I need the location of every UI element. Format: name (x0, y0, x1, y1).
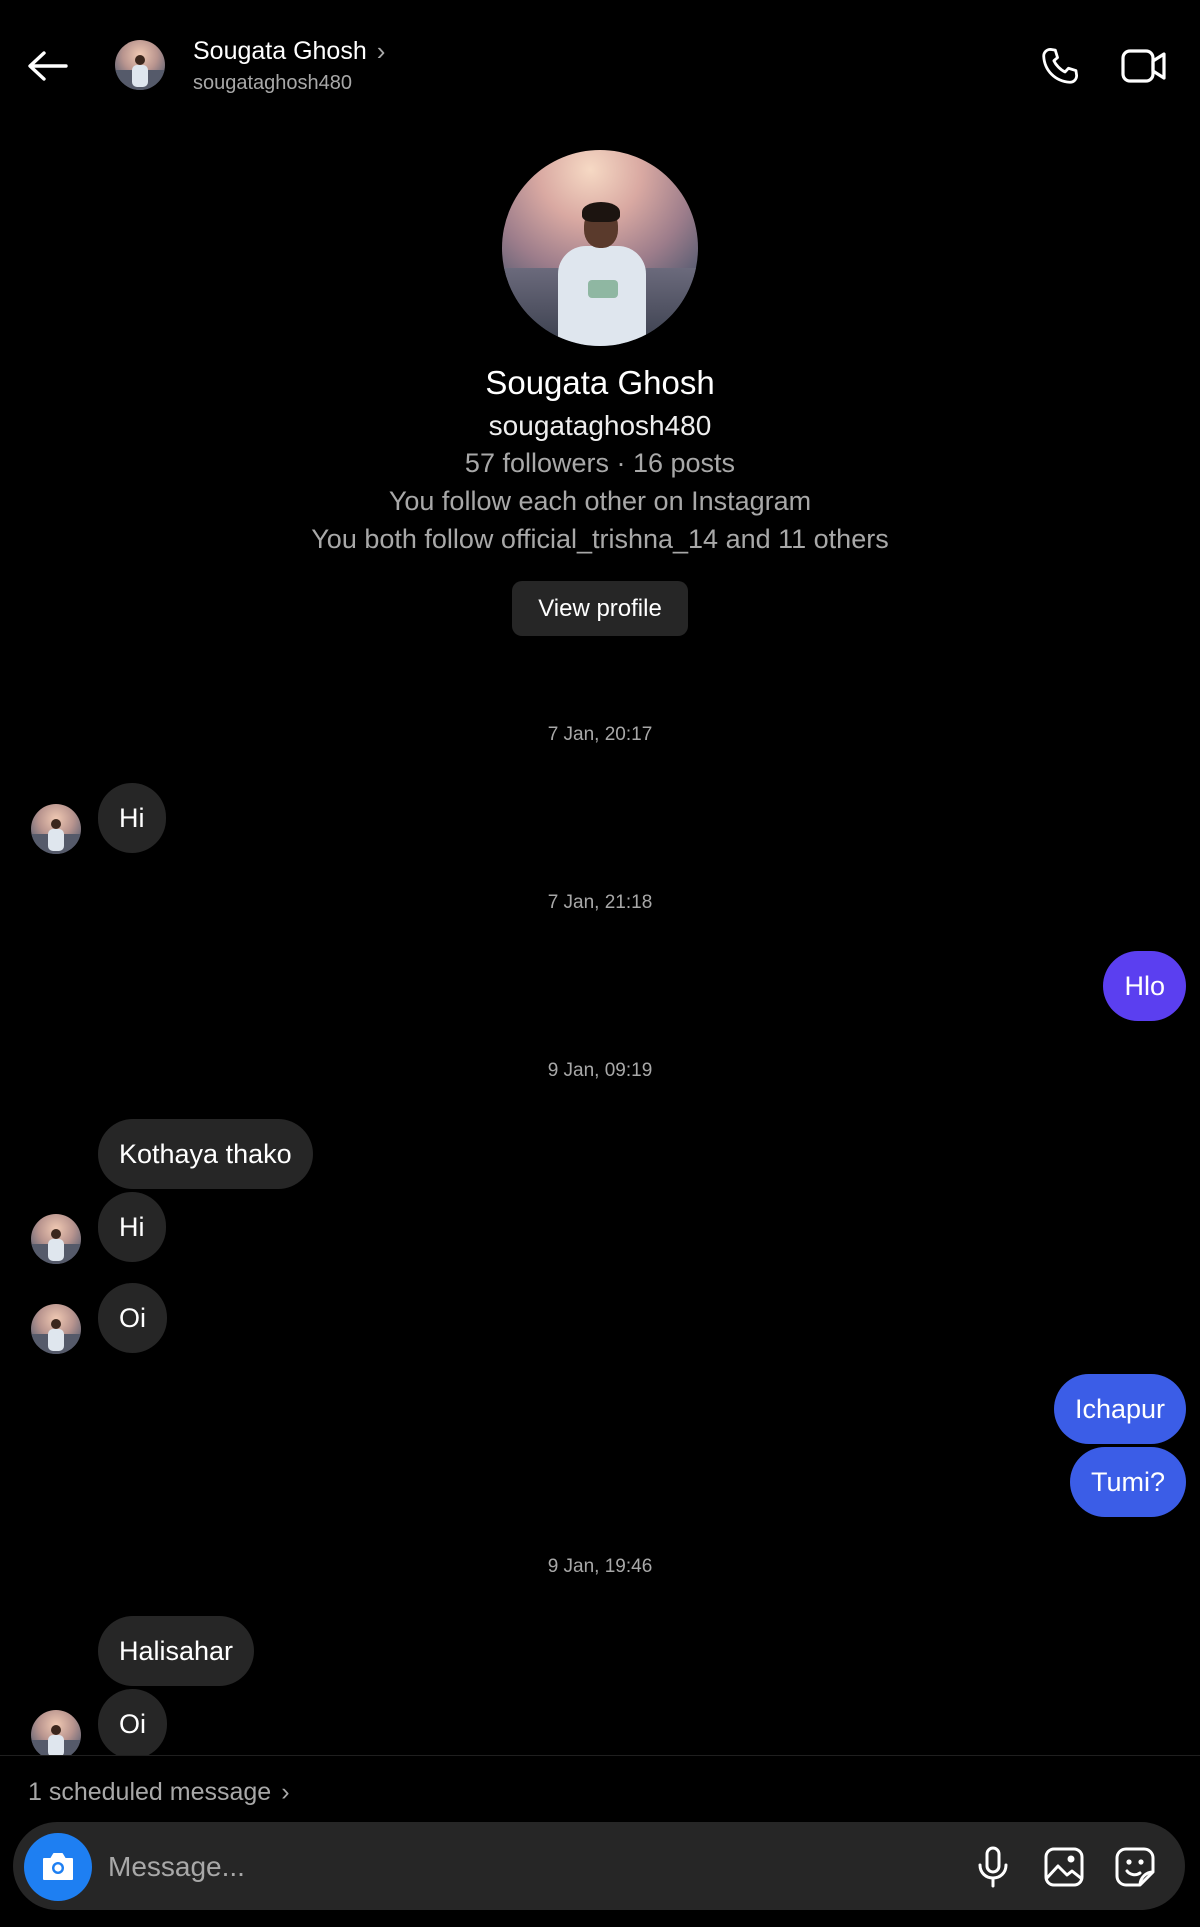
timestamp: 7 Jan, 21:18 (547, 892, 653, 913)
avatar-figure (31, 819, 81, 854)
outgoing-message[interactable]: Tumi? (1069, 1447, 1186, 1517)
microphone-icon (978, 1846, 1008, 1888)
outgoing-message[interactable]: Ichapur (1053, 1374, 1186, 1444)
message-avatar[interactable] (31, 1710, 81, 1760)
camera-button[interactable] (24, 1833, 92, 1901)
avatar-figure (31, 1319, 81, 1354)
incoming-message[interactable]: Hi (98, 1192, 166, 1262)
outgoing-message[interactable]: Hlo (1103, 951, 1186, 1021)
sticker-button[interactable] (1110, 1842, 1160, 1892)
mutual-follow-text: You follow each other on Instagram (388, 486, 812, 516)
voice-message-button[interactable] (968, 1842, 1018, 1892)
message-avatar[interactable] (31, 804, 81, 854)
timestamp: 9 Jan, 19:46 (547, 1556, 653, 1577)
avatar-figure (31, 1725, 81, 1760)
camera-icon (43, 1853, 73, 1880)
photo-shirt-print (588, 280, 618, 298)
incoming-message[interactable]: Halisahar (98, 1616, 255, 1686)
incoming-message[interactable]: Oi (98, 1283, 167, 1353)
gallery-icon (1044, 1847, 1084, 1887)
avatar-figure (31, 1229, 81, 1264)
mutual-friends-text: You both follow official_trishna_14 and … (311, 524, 889, 554)
view-profile-button[interactable]: View profile (512, 581, 688, 636)
chevron-right-icon: › (376, 36, 386, 66)
video-call-button[interactable] (1118, 42, 1170, 90)
voice-call-button[interactable] (1036, 42, 1084, 90)
incoming-message[interactable]: Kothaya thako (98, 1119, 313, 1189)
header-username: sougataghosh480 (193, 72, 353, 94)
scheduled-text: 1 scheduled message (28, 1778, 272, 1806)
photo-person-hair (582, 202, 620, 222)
avatar-figure (115, 55, 165, 90)
header-name-text: Sougata Ghosh (193, 37, 367, 65)
message-input[interactable] (106, 1838, 930, 1896)
timestamp: 7 Jan, 20:17 (547, 724, 653, 745)
phone-icon (1042, 47, 1079, 84)
chevron-right-icon: › (281, 1778, 290, 1806)
sticker-icon (1115, 1847, 1155, 1887)
header-avatar[interactable] (115, 40, 165, 90)
video-camera-icon (1121, 49, 1166, 83)
profile-picture[interactable] (502, 150, 698, 346)
header-contact-name[interactable]: Sougata Ghosh › (193, 36, 385, 67)
footer-divider (0, 1755, 1200, 1756)
profile-name: Sougata Ghosh (485, 364, 715, 401)
message-avatar[interactable] (31, 1304, 81, 1354)
timestamp: 9 Jan, 09:19 (547, 1060, 653, 1081)
message-avatar[interactable] (31, 1214, 81, 1264)
scheduled-messages-link[interactable]: 1 scheduled message › (28, 1778, 290, 1807)
incoming-message[interactable]: Oi (98, 1689, 167, 1759)
profile-stats: 57 followers · 16 posts (464, 448, 736, 478)
back-button[interactable] (22, 40, 74, 92)
profile-username: sougataghosh480 (488, 410, 712, 441)
back-arrow-icon (28, 51, 68, 81)
incoming-message[interactable]: Hi (98, 783, 166, 853)
gallery-button[interactable] (1039, 1842, 1089, 1892)
